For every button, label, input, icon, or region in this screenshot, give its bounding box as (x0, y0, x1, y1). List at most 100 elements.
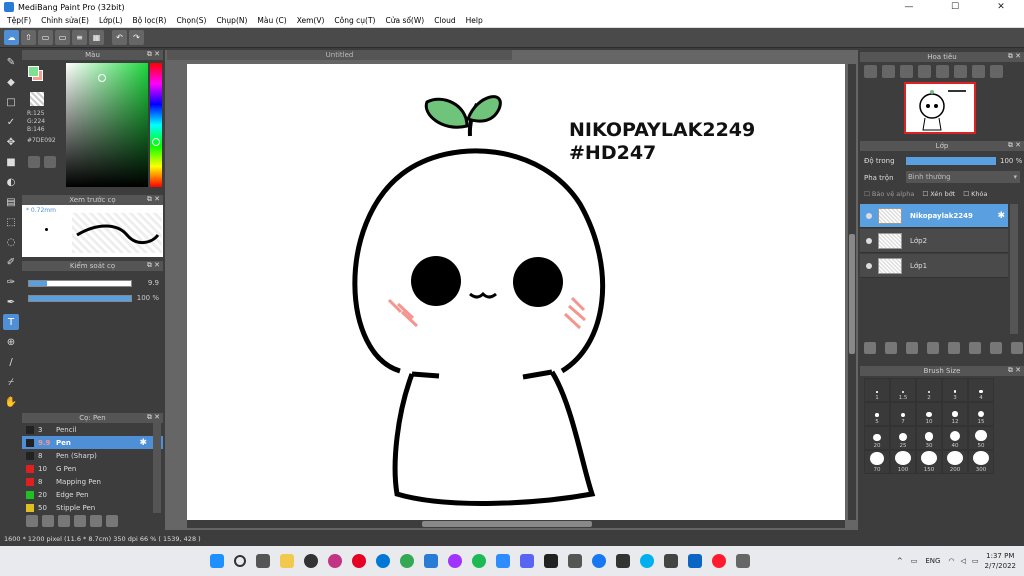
layer-folder-icon[interactable] (948, 342, 960, 354)
volume-icon[interactable]: ◁ (961, 557, 966, 565)
operation-tool-icon[interactable]: ⊕ (3, 334, 19, 350)
brush-size-option[interactable]: 10 (916, 402, 942, 426)
opera-icon[interactable] (712, 554, 726, 568)
gear-icon[interactable]: ✱ (997, 211, 1005, 221)
add-brush-icon[interactable] (26, 515, 38, 527)
menu-cloud[interactable]: Cloud (434, 16, 455, 25)
panel-close-icon[interactable]: ⧉ ✕ (1008, 52, 1021, 61)
lock-checkbox[interactable]: ☐ Khóa (963, 190, 987, 198)
actual-size-icon[interactable] (918, 65, 931, 78)
gradient-icon[interactable]: ▤ (3, 194, 19, 210)
language-indicator[interactable]: ENG (925, 557, 940, 565)
delete-layer-icon[interactable] (1011, 342, 1023, 354)
brush-item[interactable]: 8 Mapping Pen (22, 475, 163, 488)
close-button[interactable]: ✕ (978, 0, 1024, 14)
select-pen-icon[interactable]: ✑ (3, 274, 19, 290)
chrome-icon[interactable] (400, 554, 414, 568)
brush-item[interactable]: 50 Stipple Pen (22, 501, 163, 513)
redo-icon[interactable]: ↷ (129, 30, 144, 45)
canvas-vertical-scrollbar[interactable] (848, 64, 856, 520)
foreground-color-swatch[interactable] (28, 66, 39, 77)
panel-close-icon[interactable]: ⧉ ✕ (1008, 141, 1021, 150)
brush-size-option[interactable]: 30 (916, 426, 942, 450)
medibang-icon[interactable] (424, 554, 438, 568)
minimize-button[interactable]: — (886, 0, 932, 14)
fit-icon[interactable] (900, 65, 913, 78)
brush-size-option[interactable]: 15 (968, 402, 994, 426)
cloud-icon[interactable]: ☁ (4, 30, 19, 45)
brush-duplicate-icon[interactable] (90, 515, 102, 527)
camera-icon[interactable] (736, 554, 750, 568)
skype-icon[interactable] (640, 554, 654, 568)
discord-icon[interactable] (520, 554, 534, 568)
fill-rect-icon[interactable]: ■ (3, 154, 19, 170)
brush-folder-icon[interactable] (74, 515, 86, 527)
vertical-scroll-thumb[interactable] (849, 234, 855, 354)
menu-edit[interactable]: Chỉnh sửa(E) (41, 16, 89, 25)
pen-select-icon[interactable]: ✐ (3, 254, 19, 270)
chevron-up-icon[interactable]: ^ (897, 557, 903, 565)
transparent-swatch[interactable] (30, 92, 44, 106)
new-halftone-layer-icon[interactable] (885, 342, 897, 354)
menu-filter[interactable]: Bộ lọc(R) (133, 16, 167, 25)
duplicate-layer-icon[interactable] (969, 342, 981, 354)
magic-wand-icon[interactable]: ✓ (3, 114, 19, 130)
layer-row-lop1[interactable]: Lớp1 (860, 254, 1008, 278)
app-icon-6[interactable] (688, 554, 702, 568)
layer-row-nikopaylak[interactable]: Nikopaylak2249 ✱ (860, 204, 1008, 228)
tray-app-icon[interactable]: ▭ (911, 557, 918, 565)
new-layer-icon[interactable] (864, 342, 876, 354)
zoom-out-icon[interactable] (882, 65, 895, 78)
brush-settings-icon[interactable] (42, 515, 54, 527)
menu-color[interactable]: Màu (C) (257, 16, 286, 25)
brush-size-option[interactable]: 2 (916, 378, 942, 402)
gear-icon[interactable]: ✱ (139, 438, 147, 448)
rect-select-icon[interactable]: □ (3, 94, 19, 110)
divide-tool-icon[interactable]: / (3, 354, 19, 370)
brush-size-slider[interactable] (28, 280, 132, 287)
messenger-icon[interactable] (448, 554, 462, 568)
app-icon-1[interactable] (304, 554, 318, 568)
eye-icon[interactable] (866, 212, 872, 219)
color-wheel-icon[interactable] (44, 156, 56, 168)
wifi-icon[interactable]: ◠ (948, 557, 954, 565)
undo-icon[interactable]: ↶ (112, 30, 127, 45)
app-icon-2[interactable] (328, 554, 342, 568)
layer-row-lop2[interactable]: Lớp2 (860, 229, 1008, 253)
add-layer-menu-icon[interactable] (927, 342, 939, 354)
app-icon-4[interactable] (616, 554, 630, 568)
menu-select[interactable]: Chọn(S) (176, 16, 206, 25)
eyedropper-icon[interactable]: ⌿ (3, 374, 19, 390)
horizontal-scroll-thumb[interactable] (422, 521, 592, 527)
zoom-in-icon[interactable] (864, 65, 877, 78)
canvas-horizontal-scrollbar[interactable] (187, 520, 845, 528)
brush-item[interactable]: 10 G Pen (22, 462, 163, 475)
brush-size-option[interactable]: 300 (968, 450, 994, 474)
brush-delete-icon[interactable] (106, 515, 118, 527)
hue-slider[interactable] (150, 63, 162, 187)
protect-alpha-checkbox[interactable]: ☐ Bảo vệ alpha (864, 190, 914, 198)
drawing-canvas[interactable]: NIKOPAYLAK2249 #HD247 (187, 64, 845, 520)
brush-size-option[interactable]: 150 (916, 450, 942, 474)
brush-size-option[interactable]: 100 (890, 450, 916, 474)
brush-size-option[interactable]: 40 (942, 426, 968, 450)
list-icon[interactable]: ≡ (72, 30, 87, 45)
panel-close-icon[interactable]: ⧉ ✕ (147, 50, 160, 59)
search-icon[interactable] (234, 555, 246, 567)
rotate-left-icon[interactable] (936, 65, 949, 78)
menu-file[interactable]: Tệp(F) (7, 16, 31, 25)
reset-view-icon[interactable] (990, 65, 1003, 78)
zoom-icon[interactable] (496, 554, 510, 568)
brush-size-option[interactable]: 20 (864, 426, 890, 450)
eye-icon[interactable] (866, 262, 872, 269)
menu-view[interactable]: Xem(V) (297, 16, 325, 25)
brush-opacity-slider[interactable] (28, 295, 132, 302)
brush-size-option[interactable]: 200 (942, 450, 968, 474)
bucket-icon[interactable]: ◐ (3, 174, 19, 190)
move-tool-icon[interactable]: ✥ (3, 134, 19, 150)
pinterest-icon[interactable] (352, 554, 366, 568)
brush-size-option[interactable]: 3 (942, 378, 968, 402)
eye-icon[interactable] (866, 237, 872, 244)
app-icon-5[interactable] (664, 554, 678, 568)
task-view-icon[interactable] (256, 554, 270, 568)
